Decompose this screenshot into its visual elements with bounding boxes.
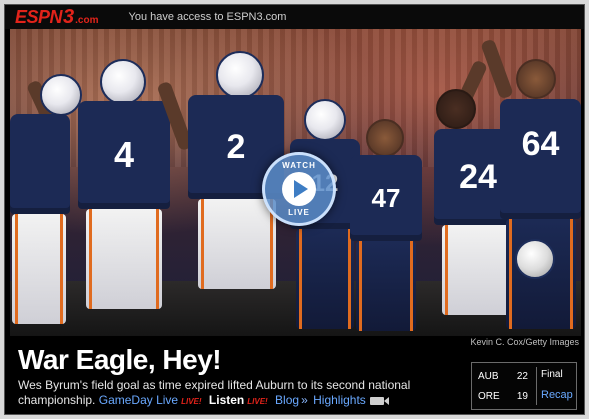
hero-photo[interactable]: 4 2 12 47 — [10, 29, 581, 336]
logo-three: 3 — [63, 6, 75, 28]
player-47: 47 — [350, 119, 422, 336]
team-abbr: AUB — [478, 370, 499, 382]
highlights-link[interactable]: Highlights — [313, 393, 366, 407]
score-row-home: AUB 22 — [472, 366, 536, 386]
team-score: 19 — [516, 390, 528, 402]
story-caption: Kevin C. Cox/Getty Images War Eagle, Hey… — [10, 336, 581, 412]
player-left-edge — [10, 74, 82, 336]
story-headline[interactable]: War Eagle, Hey! — [18, 344, 222, 376]
logo-espn: ESPN — [15, 7, 63, 27]
photo-credit: Kevin C. Cox/Getty Images — [470, 337, 579, 347]
blog-link[interactable]: Blog — [275, 393, 299, 407]
logo-dotcom: .com — [75, 15, 99, 26]
team-score: 22 — [516, 370, 528, 382]
espn3-promo-module: ESPN 3 .com You have access to ESPN3.com… — [4, 4, 585, 415]
helmet-prop — [515, 239, 555, 279]
listen-link[interactable]: Listen — [209, 393, 244, 407]
team-abbr: ORE — [478, 390, 500, 402]
player-64: 64 — [480, 38, 581, 336]
video-camera-icon — [369, 396, 389, 405]
jersey-number: 64 — [500, 99, 581, 219]
watch-live-top-text: WATCH — [282, 161, 316, 170]
score-row-away: ORE 19 — [472, 386, 536, 406]
blog-separator: » — [301, 393, 308, 407]
game-status: Final — [541, 369, 563, 380]
access-message: You have access to ESPN3.com — [128, 11, 287, 23]
jersey-number: 4 — [78, 101, 170, 209]
top-bar: ESPN 3 .com You have access to ESPN3.com — [5, 5, 584, 29]
watch-live-button[interactable]: WATCH LIVE — [262, 152, 336, 226]
story-summary: Wes Byrum's field goal as time expired l… — [18, 378, 466, 409]
scoreboard-divider — [536, 367, 537, 405]
espn3-logo[interactable]: ESPN 3 .com — [15, 7, 99, 27]
gameday-live-link[interactable]: GameDay Live — [99, 393, 178, 407]
live-tag: LIVE! — [247, 397, 268, 406]
watch-live-bottom-text: LIVE — [288, 208, 310, 217]
live-tag: LIVE! — [181, 397, 202, 406]
recap-link[interactable]: Recap — [541, 389, 573, 401]
play-icon — [282, 172, 316, 206]
scoreboard[interactable]: AUB 22 ORE 19 Final Recap — [471, 362, 577, 410]
jersey-number: 47 — [350, 155, 422, 241]
